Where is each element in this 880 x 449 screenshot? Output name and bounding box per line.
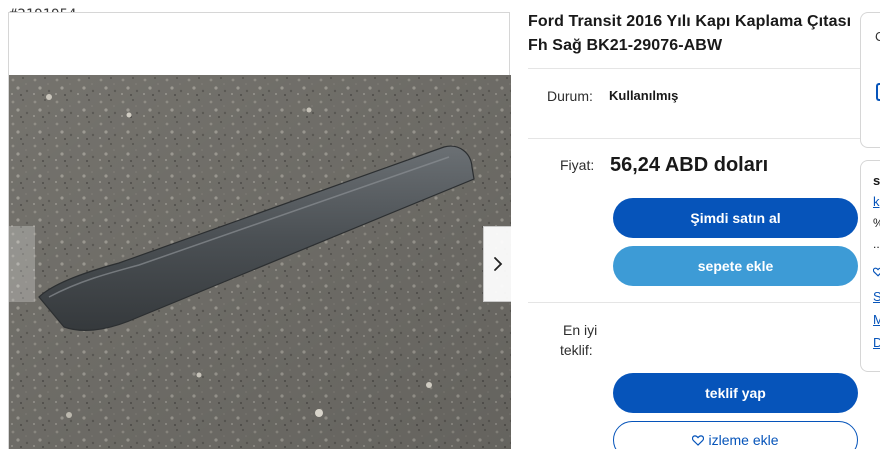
divider: [528, 138, 860, 139]
seller-initial: s: [873, 173, 880, 188]
truck-icon: [876, 83, 880, 101]
best-offer-label: En iyi teklif:: [560, 320, 597, 360]
make-offer-button[interactable]: teklif yap: [613, 373, 858, 413]
divider: [528, 302, 860, 303]
seller-link-2[interactable]: M: [873, 312, 880, 327]
product-photo[interactable]: [9, 75, 511, 449]
heart-icon[interactable]: [872, 264, 880, 282]
best-offer-label-line2: teklif:: [560, 342, 593, 358]
previous-image-button[interactable]: [9, 226, 35, 302]
feedback-percent: %: [873, 216, 880, 230]
condition-label: Durum:: [547, 88, 593, 104]
seller-card: s k % .. S M D: [860, 160, 880, 372]
price-label: Fiyat:: [560, 157, 595, 173]
listing-info: Ford Transit 2016 Yılı Kapı Kaplama Çıta…: [528, 10, 860, 58]
listing-title: Ford Transit 2016 Yılı Kapı Kaplama Çıta…: [528, 13, 852, 54]
price-value: 56,24 ABD doları: [610, 154, 769, 176]
watch-button-label: izleme ekle: [708, 432, 779, 448]
heart-icon: [692, 434, 705, 446]
best-offer-label-line1: En iyi: [563, 322, 598, 338]
image-gallery: [8, 12, 511, 449]
product-photo-image: [9, 75, 511, 449]
chevron-right-icon: [493, 257, 502, 271]
divider: [528, 68, 860, 69]
seller-link-1[interactable]: S: [873, 289, 880, 304]
shipping-card: C: [860, 12, 880, 148]
watch-button[interactable]: izleme ekle: [613, 421, 858, 449]
seller-link[interactable]: k: [873, 194, 880, 209]
add-to-cart-button[interactable]: sepete ekle: [613, 246, 858, 286]
shipping-card-letter: C: [875, 29, 880, 44]
condition-value: Kullanılmış: [609, 88, 679, 103]
buy-now-button[interactable]: Şimdi satın al: [613, 198, 858, 238]
seller-link-3[interactable]: D: [873, 335, 880, 350]
seller-ellipsis: ..: [873, 237, 880, 251]
next-image-button[interactable]: [483, 226, 511, 302]
